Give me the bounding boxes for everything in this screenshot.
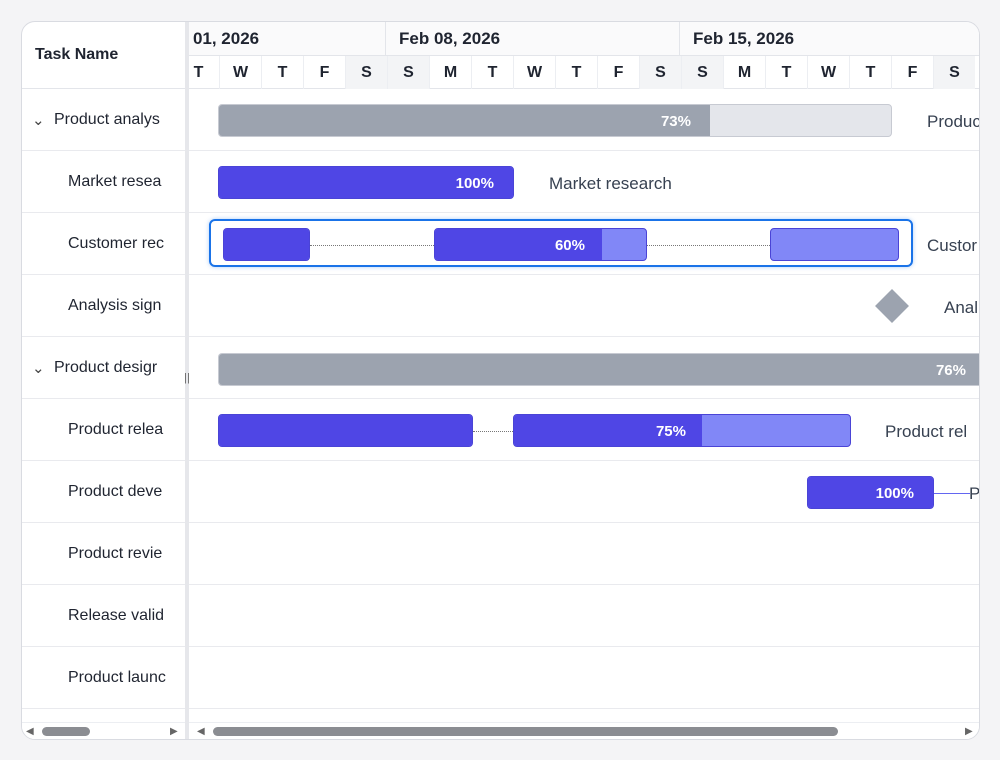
progress-percent: 100%	[875, 485, 914, 502]
day-header-cell: T	[189, 56, 219, 89]
day-header-cell: S	[639, 56, 681, 89]
split-connector	[310, 245, 434, 246]
task-name: Product launc	[68, 668, 166, 686]
scroll-left-icon[interactable]: ◀	[26, 725, 34, 738]
grid-row-product-design[interactable]: ⌄ Product desigr	[22, 337, 185, 399]
task-name: Customer rec	[68, 234, 165, 252]
day-header-cell: W	[513, 56, 555, 89]
chart-row	[189, 523, 979, 585]
task-bar-label: P	[969, 484, 979, 504]
task-name: Product desigr	[54, 358, 158, 376]
task-bar-label: Market research	[549, 174, 672, 193]
grid-row-product-release[interactable]: Product relea	[22, 399, 185, 461]
grid-horizontal-scrollbar[interactable]: ◀ ▶	[22, 722, 185, 739]
progress-percent: 100%	[455, 175, 494, 192]
parent-task-bar[interactable]: 76%	[218, 353, 979, 386]
grid-row-analysis-signoff[interactable]: Analysis sign	[22, 275, 185, 337]
day-header-cell: S	[681, 56, 723, 89]
day-header-cell: F	[597, 56, 639, 89]
grid-scroll-thumb[interactable]	[42, 727, 90, 736]
task-name-column-header[interactable]: Task Name	[22, 22, 185, 89]
split-connector	[473, 431, 513, 432]
chart-row	[189, 647, 979, 709]
task-name: Product relea	[68, 420, 164, 438]
scroll-left-icon[interactable]: ◀	[197, 725, 205, 738]
day-header-cell: F	[303, 56, 345, 89]
chart-row: 75% Product rel	[189, 399, 979, 461]
task-name: Analysis sign	[68, 296, 162, 314]
chart-scroll-thumb[interactable]	[213, 727, 838, 736]
task-bar-segment[interactable]	[223, 228, 310, 261]
chart-row: Anal	[189, 275, 979, 337]
grid-row-market-research[interactable]: Market resea	[22, 151, 185, 213]
week-header-cell: Feb 15, 2026	[679, 22, 979, 56]
grid-row-product-review[interactable]: Product revie	[22, 523, 185, 585]
day-header-cell: T	[261, 56, 303, 89]
chart-row: 73% Produc	[189, 89, 979, 151]
task-bar-label: Custor	[927, 236, 978, 255]
chart-row: 76%	[189, 337, 979, 399]
task-grid: Task Name ⌄ Product analys Market resea …	[22, 22, 185, 739]
grid-row-release-validation[interactable]: Release valid	[22, 585, 185, 647]
chart-horizontal-scrollbar[interactable]: ◀ ▶	[189, 722, 979, 739]
day-header-cell: M	[723, 56, 765, 89]
dependency-connector	[934, 493, 970, 494]
progress-percent: 73%	[660, 113, 691, 130]
progress-fill	[219, 415, 472, 446]
task-name: Market resea	[68, 172, 162, 190]
day-header-cell: S	[933, 56, 975, 89]
progress-percent: 75%	[655, 423, 686, 440]
progress-percent: 60%	[554, 237, 585, 254]
timeline-day-header: TWTFSSMTWTFSSMTWTFS	[189, 56, 979, 89]
split-connector	[647, 245, 770, 246]
day-header-cell: T	[555, 56, 597, 89]
day-header-cell: S	[387, 56, 429, 89]
timeline-chart: Feb 01, 2026 Feb 08, 2026 Feb 15, 2026 T…	[189, 22, 979, 739]
day-header-cell: T	[765, 56, 807, 89]
chevron-down-icon[interactable]: ⌄	[32, 359, 54, 377]
chart-row: 100% P	[189, 461, 979, 523]
week-header-cell: Feb 01, 2026	[189, 29, 260, 48]
grid-row-product-analysis[interactable]: ⌄ Product analys	[22, 89, 185, 151]
task-bar-label: Anal	[944, 298, 979, 317]
week-header-cell: Feb 08, 2026	[385, 22, 679, 56]
chart-row: 100% Market research	[189, 151, 979, 213]
day-header-cell: W	[807, 56, 849, 89]
chevron-down-icon[interactable]: ⌄	[32, 111, 54, 129]
timeline-week-header: Feb 01, 2026 Feb 08, 2026 Feb 15, 2026	[189, 22, 979, 56]
task-bar[interactable]: 100%	[218, 166, 514, 199]
task-name: Product revie	[68, 544, 163, 562]
chart-row	[189, 585, 979, 647]
day-header-cell: T	[471, 56, 513, 89]
task-bar-segment[interactable]: 75%	[513, 414, 851, 447]
task-name: Product deve	[68, 482, 163, 500]
task-bar-label: Produc	[927, 112, 979, 131]
grid-row-product-launch[interactable]: Product launc	[22, 647, 185, 709]
gantt-chart: Task Name ⌄ Product analys Market resea …	[21, 21, 980, 740]
grid-row-customer-requirements[interactable]: Customer rec	[22, 213, 185, 275]
task-bar-label: Product rel	[885, 422, 968, 441]
progress-fill	[224, 229, 309, 260]
day-header-cell: F	[891, 56, 933, 89]
scroll-right-icon[interactable]: ▶	[965, 725, 973, 738]
task-name: Product analys	[54, 110, 160, 128]
task-bar-segment[interactable]: 60%	[434, 228, 647, 261]
day-header-cell: T	[849, 56, 891, 89]
day-header-cell: M	[429, 56, 471, 89]
progress-percent: 76%	[935, 362, 966, 379]
task-bar-segment[interactable]	[218, 414, 473, 447]
grid-row-product-development[interactable]: Product deve	[22, 461, 185, 523]
task-bar-segment[interactable]	[770, 228, 899, 261]
task-bar[interactable]: 100%	[807, 476, 934, 509]
column-header-label: Task Name	[35, 46, 119, 63]
milestone-diamond[interactable]	[875, 289, 909, 323]
day-header-cell: S	[345, 56, 387, 89]
day-header-cell: W	[219, 56, 261, 89]
parent-task-bar[interactable]: 73%	[218, 104, 892, 137]
task-name: Release valid	[68, 606, 165, 624]
chart-row: 60% Custor	[189, 213, 979, 275]
scroll-right-icon[interactable]: ▶	[170, 725, 178, 738]
